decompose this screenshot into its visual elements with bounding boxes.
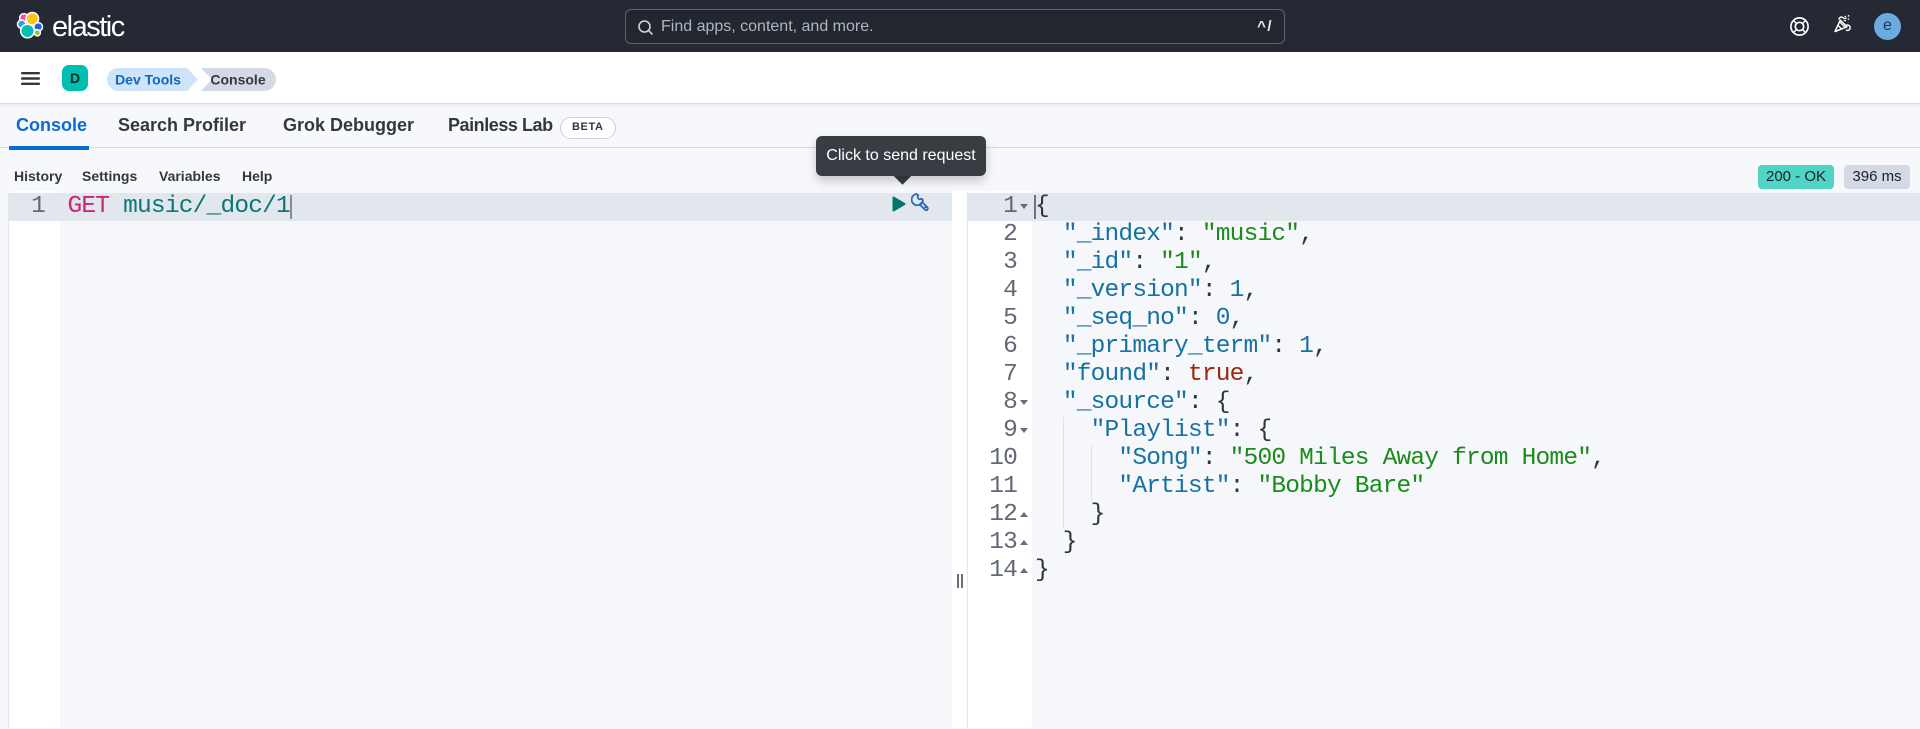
svg-text:Console: Console [210, 72, 265, 88]
svg-text:Dev Tools: Dev Tools [115, 72, 181, 88]
